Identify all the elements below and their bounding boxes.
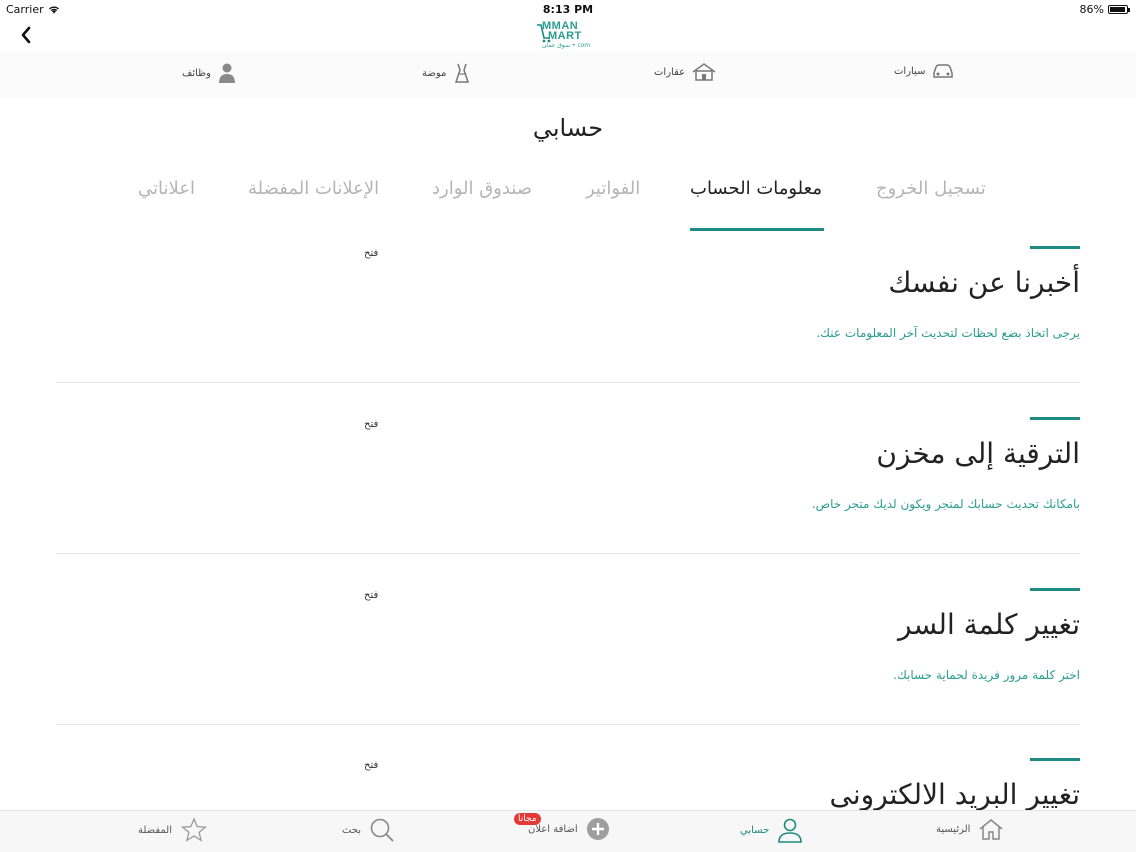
- tabbar-favorites[interactable]: المفضلة: [138, 817, 208, 843]
- battery-icon: [1108, 5, 1130, 14]
- category-jobs[interactable]: وظائف: [182, 62, 237, 84]
- back-button[interactable]: [14, 22, 38, 48]
- category-cars-label: سيارات: [894, 65, 926, 77]
- section-accent: [1030, 417, 1080, 420]
- free-badge: مجانا: [514, 813, 541, 825]
- bottom-tab-bar: الرئيسية حسابي مجانا اضافة اعلان بحث الم…: [0, 810, 1136, 852]
- category-jobs-label: وظائف: [182, 67, 211, 79]
- open-link[interactable]: فتح: [364, 590, 378, 601]
- category-fashion-label: موضة: [422, 67, 447, 79]
- house-icon: [692, 63, 716, 81]
- section-description: اختر كلمة مرور فريدة لحماية حسابك.: [893, 668, 1080, 682]
- tab-inbox[interactable]: صندوق الوارد: [432, 178, 532, 199]
- home-icon: [979, 819, 1003, 840]
- tabbar-home[interactable]: الرئيسية: [936, 817, 1004, 841]
- section-title: تغيير كلمة السر: [898, 608, 1080, 641]
- page-title: حسابي: [532, 114, 604, 142]
- tabbar-search[interactable]: بحث: [342, 817, 395, 843]
- add-icon: [586, 818, 609, 840]
- section-accent: [1030, 758, 1080, 761]
- logo-line2: MART: [548, 30, 582, 42]
- tab-invoices[interactable]: الفواتير: [586, 178, 640, 199]
- battery-group: 86%: [1079, 3, 1130, 16]
- section-divider: [56, 382, 1080, 383]
- section-change-password: فتح تغيير كلمة السر اختر كلمة مرور فريدة…: [56, 588, 1080, 758]
- section-divider: [56, 724, 1080, 725]
- open-link[interactable]: فتح: [364, 248, 378, 259]
- category-bar: سيارات عقارات موضة وظائف: [0, 52, 1136, 98]
- category-cars[interactable]: سيارات: [894, 62, 955, 80]
- section-upgrade-store: فتح الترقية إلى مخزن بامكانك تحديث حسابك…: [56, 417, 1080, 587]
- section-accent: [1030, 588, 1080, 591]
- tabbar-account[interactable]: حسابي: [740, 817, 803, 843]
- tabbar-account-label: حسابي: [740, 824, 770, 836]
- battery-fill: [1110, 7, 1126, 12]
- fashion-icon: [455, 63, 470, 83]
- section-title: الترقية إلى مخزن: [876, 437, 1080, 470]
- section-description: يرجى اتخاذ بضع لحظات لتحديث آخر المعلوما…: [816, 326, 1080, 340]
- car-icon: [933, 64, 954, 78]
- tabbar-add-ad-label: اضافة اعلان: [528, 823, 578, 835]
- status-time: 8:13 PM: [542, 3, 594, 16]
- tab-indicator: [690, 228, 824, 231]
- ammanmart-logo[interactable]: MMAN MART سوق عمان • com: [536, 20, 600, 52]
- tab-account-info[interactable]: معلومات الحساب: [690, 178, 822, 199]
- section-description: بامكانك تحديث حسابك لمتجر ويكون لديك متج…: [811, 497, 1080, 511]
- tab-logout[interactable]: تسجيل الخروج: [876, 178, 986, 199]
- category-real-estate[interactable]: عقارات: [654, 62, 717, 82]
- nav-bar: MMAN MART سوق عمان • com: [0, 18, 1136, 52]
- section-title: تغيير البريد الالكترونى: [829, 778, 1080, 810]
- star-icon: [180, 817, 208, 842]
- battery-percent: 86%: [1079, 3, 1104, 16]
- section-change-email: فتح تغيير البريد الالكترونى: [56, 758, 1080, 810]
- section-divider: [56, 553, 1080, 554]
- user-icon: [778, 818, 803, 843]
- section-title: أخبرنا عن نفسك: [888, 266, 1080, 299]
- logo-line3: سوق عمان • com: [542, 42, 591, 49]
- tabbar-favorites-label: المفضلة: [138, 824, 173, 836]
- tabbar-search-label: بحث: [342, 824, 362, 836]
- open-link[interactable]: فتح: [364, 760, 378, 771]
- section-about-you: فتح أخبرنا عن نفسك يرجى اتخاذ بضع لحظات …: [56, 246, 1080, 416]
- tab-my-ads[interactable]: اعلاناتي: [138, 178, 195, 199]
- tabbar-home-label: الرئيسية: [936, 823, 971, 835]
- jobs-icon: [218, 63, 235, 83]
- account-tabs: تسجيل الخروج معلومات الحساب الفواتير صند…: [0, 172, 1136, 232]
- tab-favorite-ads[interactable]: الإعلانات المفضلة: [248, 178, 379, 199]
- open-link[interactable]: فتح: [364, 419, 378, 430]
- chevron-left-icon: [21, 26, 31, 44]
- category-real-estate-label: عقارات: [654, 66, 686, 78]
- category-fashion[interactable]: موضة: [422, 62, 472, 84]
- tabbar-add-ad[interactable]: مجانا اضافة اعلان: [514, 813, 610, 841]
- status-bar: Carrier 8:13 PM 86%: [0, 0, 1136, 18]
- search-icon: [370, 818, 394, 842]
- section-accent: [1030, 246, 1080, 249]
